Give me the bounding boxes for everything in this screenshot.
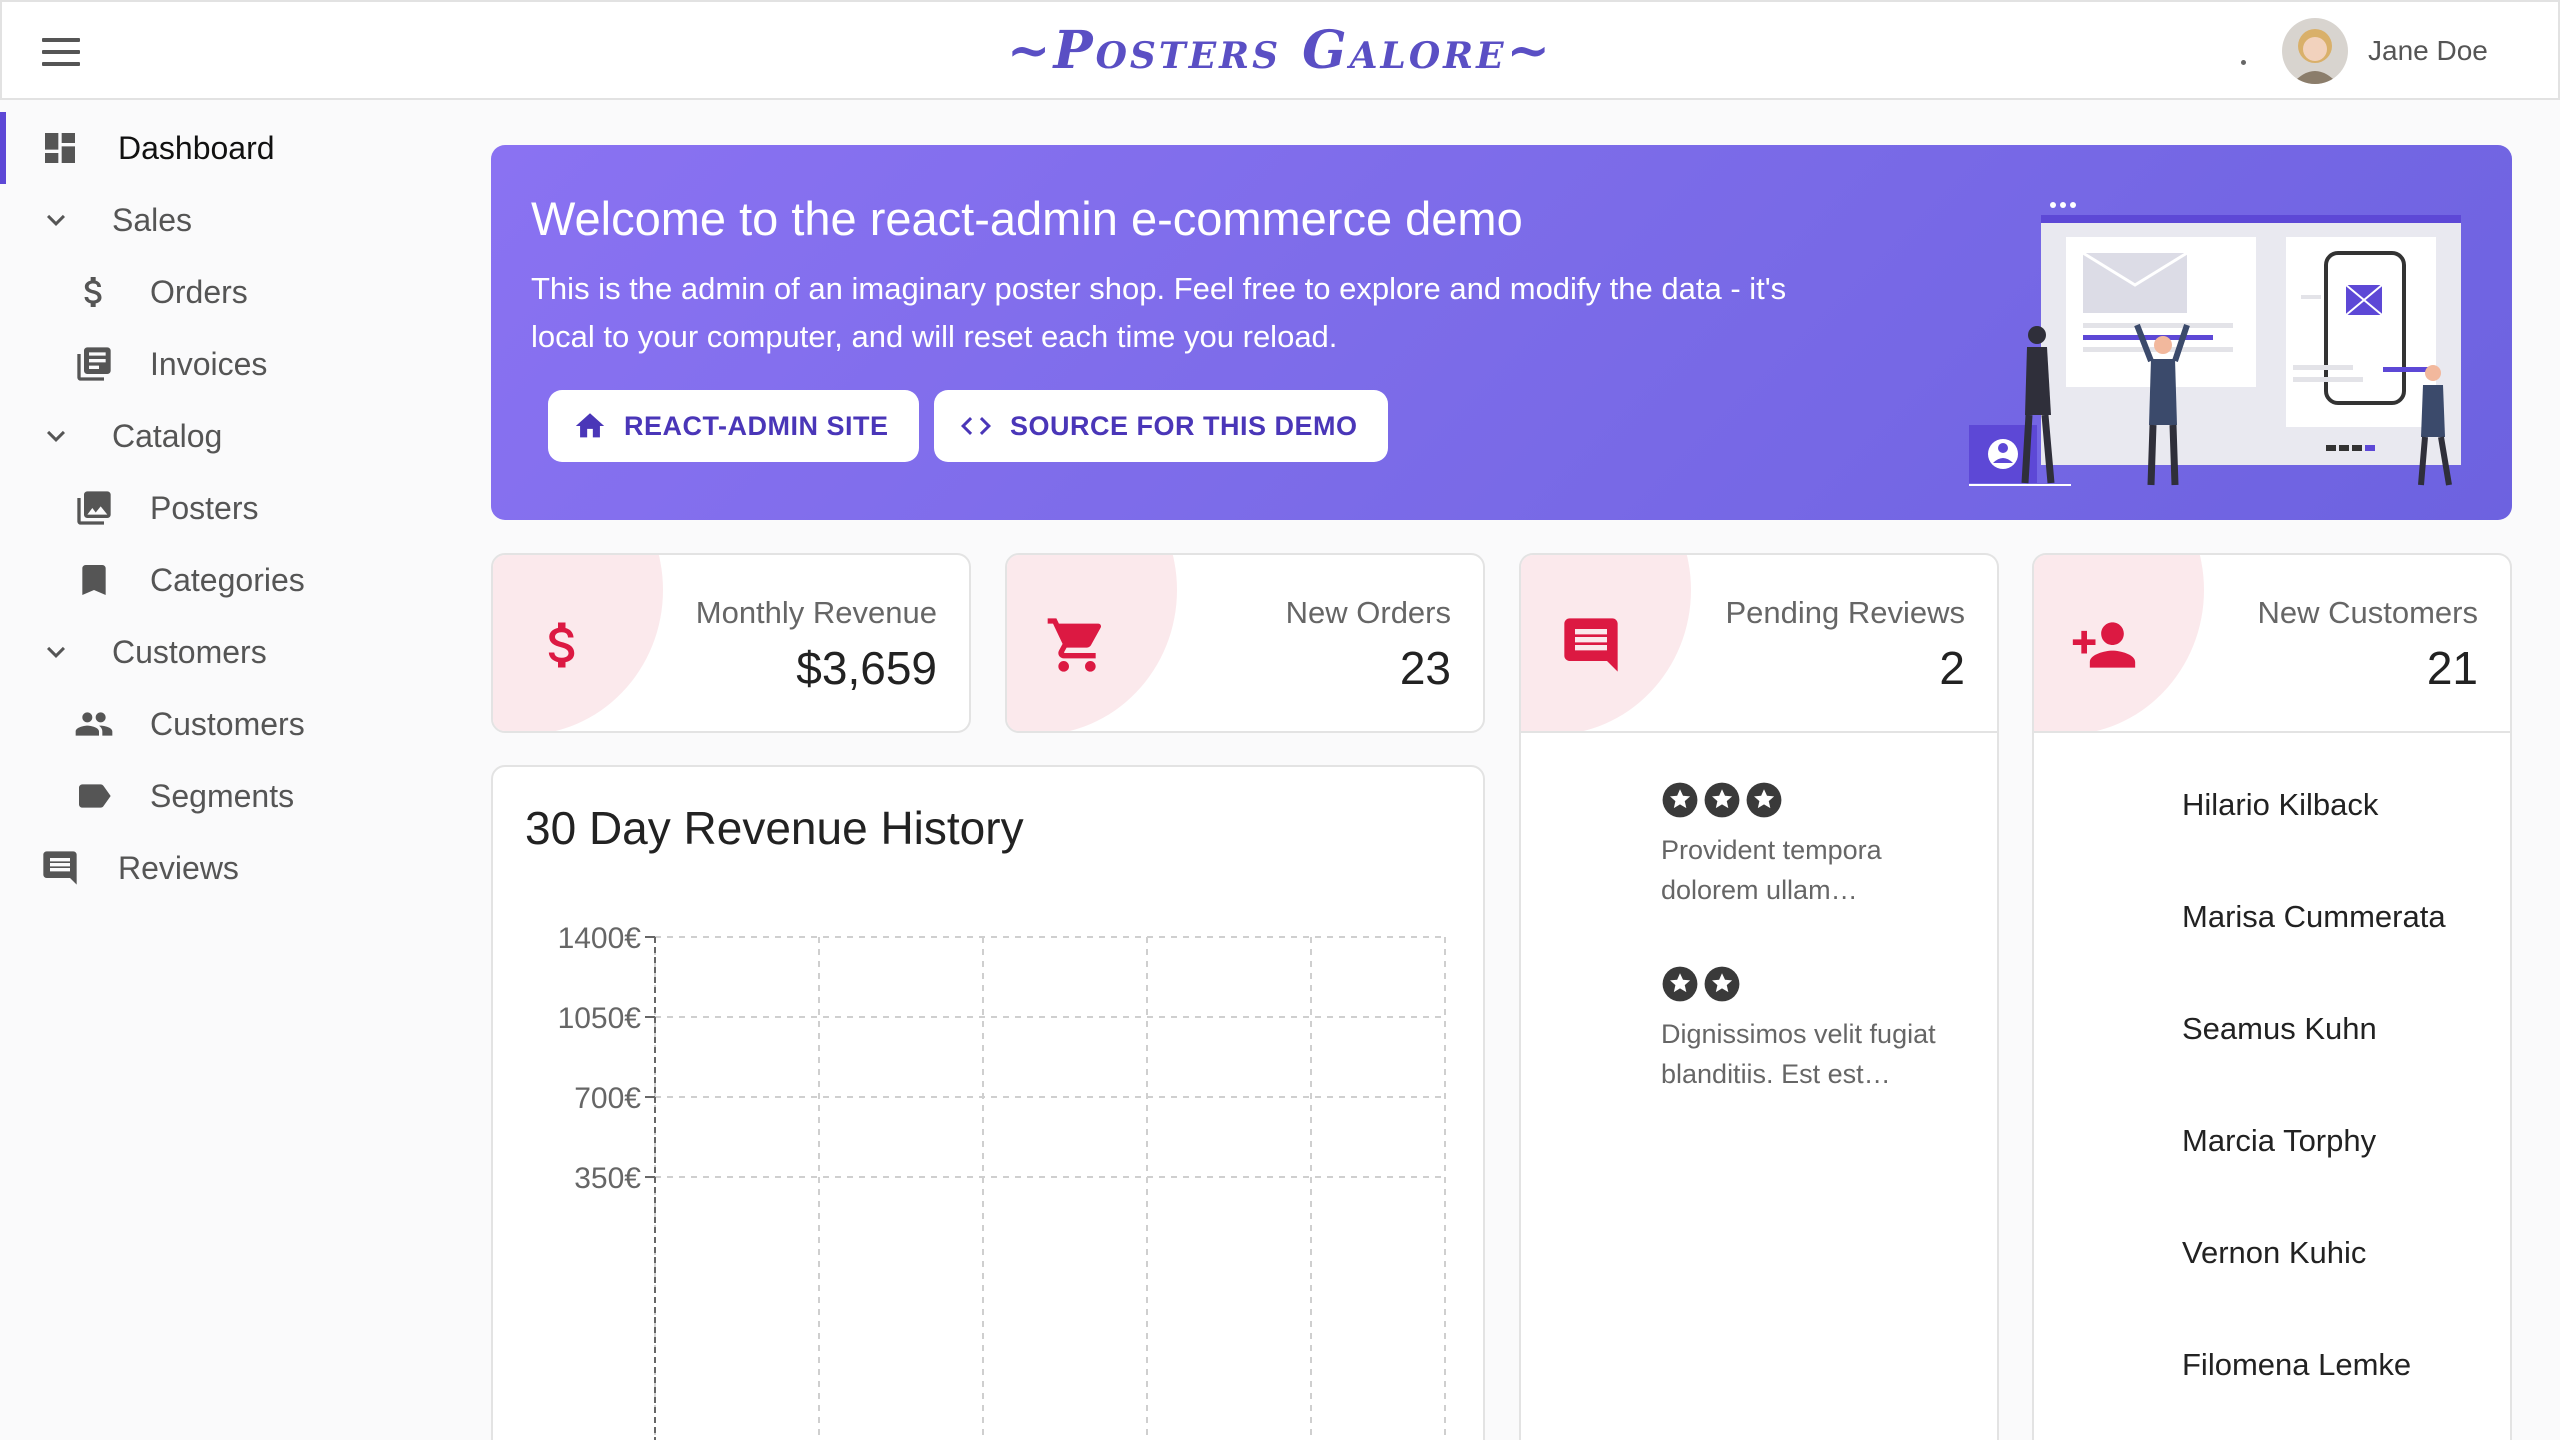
list-item[interactable]: Hilario Kilback xyxy=(2182,787,2378,823)
sidebar: Dashboard Sales Orders Invoices Catalog … xyxy=(0,100,470,1440)
sidebar-group-sales[interactable]: Sales xyxy=(0,188,470,252)
list-item[interactable]: Vernon Kuhic xyxy=(2182,1235,2366,1271)
user-name: Jane Doe xyxy=(2368,35,2488,66)
source-for-demo-button[interactable]: SOURCE FOR THIS DEMO xyxy=(934,390,1388,462)
sidebar-item-customers[interactable]: Customers xyxy=(0,692,470,756)
loading-indicator xyxy=(2241,60,2246,65)
star-icon xyxy=(1661,781,1699,824)
home-icon xyxy=(572,408,608,444)
y-tick-label: 1400€ xyxy=(558,922,642,955)
star-icon xyxy=(1745,781,1783,824)
list-item[interactable]: Seamus Kuhn xyxy=(2182,1011,2377,1047)
list-item[interactable]: Marisa Cummerata xyxy=(2182,899,2446,935)
stat-value: 2 xyxy=(1939,642,1965,694)
chevron-down-icon xyxy=(36,416,76,456)
revenue-chart-card: 30 Day Revenue History 1400€ 1050€ 700€ 350… xyxy=(491,765,1485,1440)
star-icon xyxy=(1661,965,1699,1008)
label-icon xyxy=(74,776,114,816)
list-item[interactable]: Filomena Lemke xyxy=(2182,1347,2411,1383)
sidebar-item-orders[interactable]: Orders xyxy=(0,260,470,324)
dollar-icon xyxy=(74,272,114,312)
user-menu[interactable]: Jane Doe xyxy=(2282,16,2488,86)
stat-value: 21 xyxy=(2426,642,2478,694)
y-tick-label: 350€ xyxy=(574,1162,641,1195)
stat-card-monthly-revenue[interactable]: Monthly Revenue $3,659 xyxy=(491,553,971,733)
stat-card-new-orders[interactable]: New Orders 23 xyxy=(1005,553,1485,733)
sidebar-item-invoices[interactable]: Invoices xyxy=(0,332,470,396)
react-admin-site-button[interactable]: REACT-ADMIN SITE xyxy=(548,390,919,462)
people-icon xyxy=(74,704,114,744)
sidebar-group-catalog[interactable]: Catalog xyxy=(0,404,470,468)
stat-label: New Customers xyxy=(2257,595,2479,630)
sidebar-item-categories[interactable]: Categories xyxy=(0,548,470,612)
sidebar-item-posters[interactable]: Posters xyxy=(0,476,470,540)
stat-label: Monthly Revenue xyxy=(695,595,937,630)
welcome-banner: Welcome to the react-admin e-commerce de… xyxy=(491,145,2512,520)
stat-value: $3,659 xyxy=(796,642,937,694)
new-customers-list: Hilario Kilback Marisa Cummerata Seamus … xyxy=(2032,731,2512,1440)
invoice-icon xyxy=(74,344,114,384)
comment-icon xyxy=(1551,605,1631,685)
star-icon xyxy=(1703,781,1741,824)
sidebar-item-reviews[interactable]: Reviews xyxy=(0,836,470,900)
list-item[interactable]: Provident tempora dolorem ullam… xyxy=(1661,781,1981,910)
sidebar-item-dashboard[interactable]: Dashboard xyxy=(0,116,470,180)
stat-card-pending-reviews[interactable]: Pending Reviews 2 xyxy=(1519,553,1999,733)
stat-value: 23 xyxy=(1399,642,1451,694)
y-tick-label: 700€ xyxy=(574,1082,641,1115)
y-tick-label: 1050€ xyxy=(558,1002,642,1035)
welcome-title: Welcome to the react-admin e-commerce de… xyxy=(531,192,1523,245)
welcome-text: This is the admin of an imaginary poster… xyxy=(531,271,1787,354)
comment-icon xyxy=(40,848,80,888)
shopping-cart-icon xyxy=(1037,605,1117,685)
star-rating xyxy=(1661,781,1981,824)
bookmark-icon xyxy=(74,560,114,600)
avatar xyxy=(2282,18,2348,84)
person-add-icon xyxy=(2064,605,2144,685)
dollar-icon xyxy=(523,605,603,685)
stat-label: New Orders xyxy=(1285,595,1451,630)
pending-reviews-list: Provident tempora dolorem ullam… Digniss… xyxy=(1519,731,1999,1440)
list-item[interactable]: Dignissimos velit fugiat blanditiis. Est… xyxy=(1661,965,1981,1094)
stat-label: Pending Reviews xyxy=(1725,595,1965,630)
app-title: ~Posters Galore~ xyxy=(1006,20,1554,81)
revenue-chart: 1400€ 1050€ 700€ 350€ xyxy=(558,922,1446,1440)
list-item[interactable]: Marcia Torphy xyxy=(2182,1123,2376,1159)
star-icon xyxy=(1703,965,1741,1008)
sidebar-group-customers[interactable]: Customers xyxy=(0,620,470,684)
welcome-illustration xyxy=(1969,202,2461,486)
sidebar-item-segments[interactable]: Segments xyxy=(0,764,470,828)
app-bar: ~Posters Galore~ Jane Doe xyxy=(0,0,2560,100)
star-rating xyxy=(1661,965,1981,1008)
image-collection-icon xyxy=(74,488,114,528)
dashboard-icon xyxy=(40,128,80,168)
chevron-down-icon xyxy=(36,200,76,240)
chevron-down-icon xyxy=(36,632,76,672)
code-icon xyxy=(958,408,994,444)
stat-card-new-customers[interactable]: New Customers 21 xyxy=(2032,553,2512,733)
